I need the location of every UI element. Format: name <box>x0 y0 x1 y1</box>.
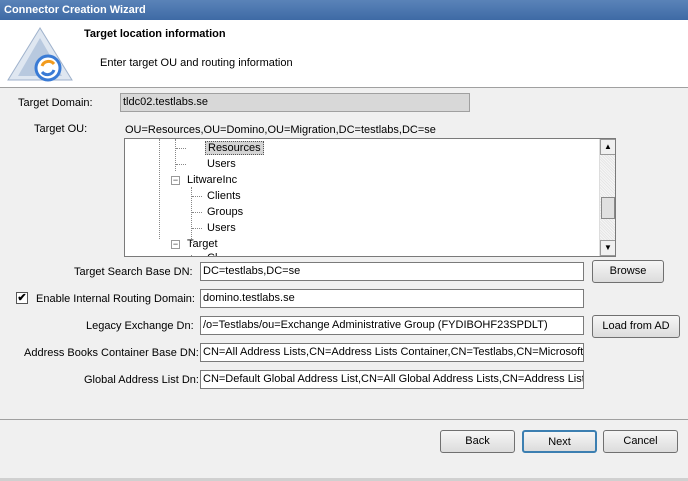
cancel-button[interactable]: Cancel <box>603 430 678 453</box>
wizard-logo-icon <box>7 27 73 82</box>
browse-button[interactable]: Browse <box>592 260 664 283</box>
target-domain-label: Target Domain: <box>18 97 93 109</box>
tree-item-resources[interactable]: Resources <box>205 140 264 156</box>
back-button[interactable]: Back <box>440 430 515 453</box>
next-button[interactable]: Next <box>522 430 597 453</box>
routing-label: Enable Internal Routing Domain: <box>36 293 195 305</box>
target-ou-label: Target OU: <box>34 123 88 135</box>
scroll-up-icon[interactable]: ▲ <box>600 139 615 155</box>
search-base-label: Target Search Base DN: <box>74 266 193 278</box>
wizard-footer: Back Next Cancel <box>0 419 688 481</box>
collapse-icon[interactable]: − <box>171 240 180 249</box>
tree-item-users-2[interactable]: Users <box>205 220 238 236</box>
gal-input[interactable]: CN=Default Global Address List,CN=All Gl… <box>200 370 584 389</box>
gal-label: Global Address List Dn: <box>84 374 199 386</box>
tree-item-users[interactable]: Users <box>205 156 238 172</box>
ou-tree-view[interactable]: Resources Users − LitwareInc Clients Gro… <box>124 138 616 257</box>
wizard-header: Target location information Enter target… <box>0 20 688 88</box>
tree-item-clients[interactable]: Clients <box>205 188 243 204</box>
step-title: Target location information <box>84 28 226 40</box>
load-from-ad-button[interactable]: Load from AD <box>592 315 680 338</box>
tree-item-clipped[interactable]: Cl <box>205 250 219 256</box>
tree-scrollbar[interactable]: ▲ ▼ <box>599 139 615 256</box>
search-base-input[interactable]: DC=testlabs,DC=se <box>200 262 584 281</box>
routing-input[interactable]: domino.testlabs.se <box>200 289 584 308</box>
target-ou-value: OU=Resources,OU=Domino,OU=Migration,DC=t… <box>125 124 436 136</box>
scroll-thumb[interactable] <box>601 197 615 219</box>
tree-item-litwareinc[interactable]: LitwareInc <box>185 172 239 188</box>
collapse-icon[interactable]: − <box>171 176 180 185</box>
routing-checkbox[interactable]: ✔ <box>16 292 28 304</box>
window-title: Connector Creation Wizard <box>4 4 146 16</box>
address-books-input[interactable]: CN=All Address Lists,CN=Address Lists Co… <box>200 343 584 362</box>
scroll-down-icon[interactable]: ▼ <box>600 240 615 256</box>
target-domain-field: tldc02.testlabs.se <box>120 93 470 112</box>
step-subtitle: Enter target OU and routing information <box>100 57 293 69</box>
window-title-bar: Connector Creation Wizard <box>0 0 688 20</box>
tree-item-groups[interactable]: Groups <box>205 204 245 220</box>
address-books-label: Address Books Container Base DN: <box>24 347 199 359</box>
legacy-label: Legacy Exchange Dn: <box>86 320 194 332</box>
legacy-input[interactable]: /o=Testlabs/ou=Exchange Administrative G… <box>200 316 584 335</box>
